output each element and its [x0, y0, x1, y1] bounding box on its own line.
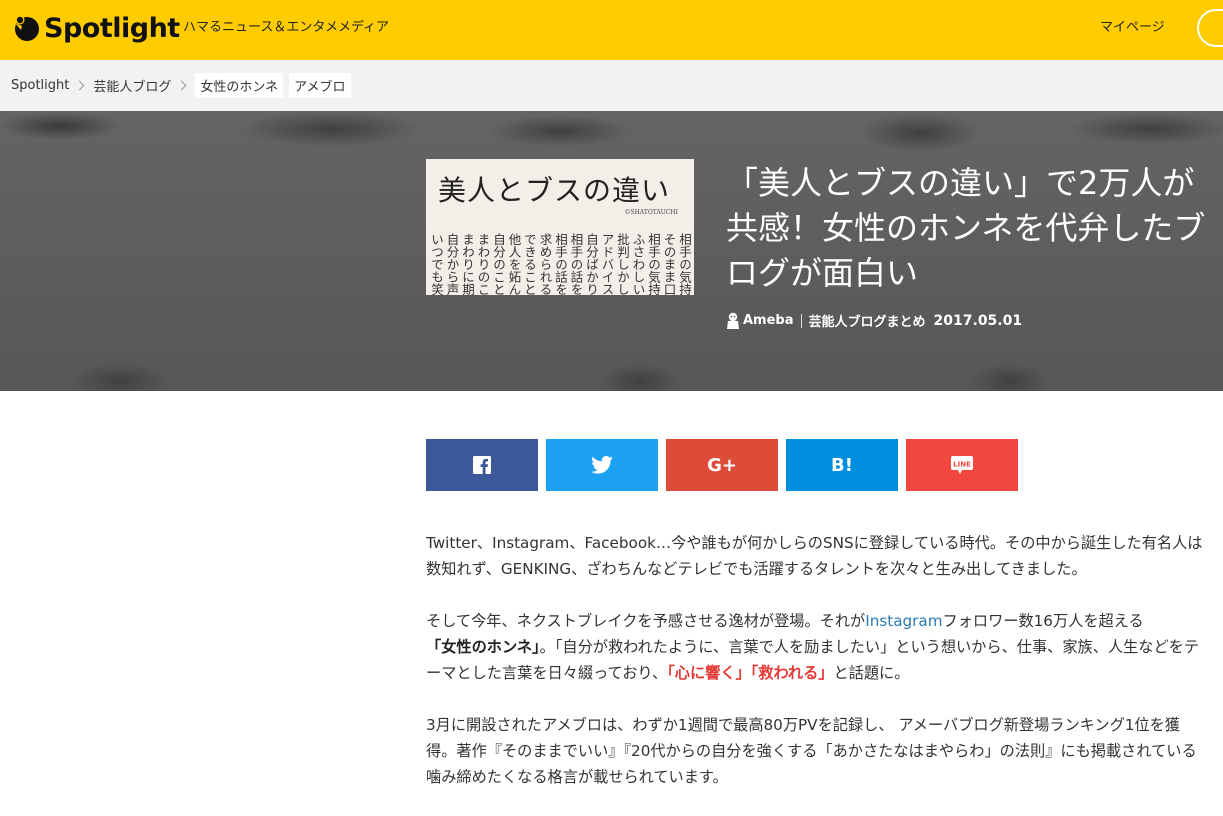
thumbnail-credit: ©SHATOTAUCHI — [624, 209, 678, 216]
tag-josei-no-honne[interactable]: 女性のホンネ — [195, 73, 284, 98]
thumbnail-text-line: 自分から声を — [444, 233, 460, 295]
thumbnail-text-line: 自分のことし — [491, 233, 506, 295]
thumbnail-text-line: ふさわしい言 — [630, 233, 646, 295]
article-meta: Ameba 芸能人ブログまとめ 2017.05.01 — [726, 311, 1022, 330]
share-googleplus-button[interactable]: G+ — [666, 439, 778, 491]
thumbnail-text-line: 相手の話を引 — [553, 233, 568, 295]
share-buttons: G+ B! LINE — [426, 439, 1018, 491]
thumbnail-text-line: できることか — [522, 233, 537, 295]
thumbnail-vertical-text: 相手の気持ち そのまま口に 相手の気持ち ふさわしい言 批判しかしな アドバイスす 自分ばか… — [429, 233, 692, 295]
paragraph-2-text-a: そして今年、ネクストブレイクを予感させる逸材が登場。それが — [426, 612, 866, 630]
thumbnail-text-line: そのまま口に — [661, 233, 677, 295]
category-label[interactable]: 芸能人ブログまとめ — [809, 311, 926, 330]
meta-divider — [800, 313, 802, 328]
thumbnail-text-line: 求められるこ — [537, 233, 553, 295]
share-hatena-button[interactable]: B! — [786, 439, 898, 491]
chevron-right-icon — [176, 80, 187, 91]
hatena-bookmark-icon: B! — [831, 454, 853, 476]
thumbnail-text-line: まわりのこと — [475, 233, 491, 295]
tag-ameblo[interactable]: アメブロ — [289, 73, 351, 98]
thumbnail-text-line: 相手の話を聞 — [568, 233, 584, 295]
article-thumbnail: 美人とブスの違い ©SHATOTAUCHI 相手の気持ち そのまま口に 相手の気持ち… — [426, 159, 694, 295]
paragraph-2-text-b: フォロワー数16万人を超える — [942, 612, 1144, 630]
thumbnail-text-line: アドバイスす — [599, 233, 615, 295]
ameba-logo-icon — [726, 312, 740, 330]
highlight-josei-no-honne: 「女性のホンネ」 — [426, 638, 540, 656]
source-ameba[interactable]: Ameba — [743, 313, 794, 328]
publish-date: 2017.05.01 — [933, 312, 1023, 329]
share-twitter-button[interactable] — [546, 439, 658, 491]
spotlight-logo[interactable]: Spotlight — [12, 8, 180, 48]
thumbnail-text-line: 相手の気持ち — [677, 233, 692, 295]
twitter-icon — [591, 456, 613, 474]
thumbnail-text-line: 相手の気持ち — [646, 233, 661, 295]
paragraph-2-text-d: と話題に。 — [833, 664, 910, 682]
menu-circle-button[interactable] — [1197, 9, 1223, 47]
thumbnail-text-line: まわりに期待 — [460, 233, 475, 295]
thumbnail-text-line: いつでも笑か — [429, 233, 444, 295]
breadcrumb-item-celebrity-blog[interactable]: 芸能人ブログ — [93, 76, 171, 95]
chevron-right-icon — [74, 80, 85, 91]
share-line-button[interactable]: LINE — [906, 439, 1018, 491]
site-tagline: ハマるニュース＆エンタメメディア — [183, 20, 390, 35]
thumbnail-text-line: 他人を妬んで — [506, 233, 522, 295]
breadcrumb: Spotlight 芸能人ブログ 女性のホンネ アメブロ — [0, 60, 1223, 111]
line-icon-text: LINE — [953, 461, 971, 469]
logo-text: Spotlight — [44, 12, 180, 44]
facebook-icon — [473, 456, 491, 474]
article-hero: 美人とブスの違い ©SHATOTAUCHI 相手の気持ち そのまま口に 相手の気持ち… — [0, 111, 1223, 391]
highlight-red-phrase: 「心に響く」「救われる」 — [667, 664, 834, 682]
breadcrumb-item-spotlight[interactable]: Spotlight — [11, 78, 69, 93]
share-facebook-button[interactable] — [426, 439, 538, 491]
googleplus-icon: G+ — [707, 454, 737, 476]
article-body: Twitter、Instagram、Facebook…今や誰もが何かしらのSNS… — [426, 530, 1206, 816]
line-icon: LINE — [951, 456, 973, 474]
article-paragraph-3: 3月に開設されたアメブロは、わずか1週間で最高80万PVを記録し、 アメーバブロ… — [426, 716, 1197, 786]
instagram-link[interactable]: Instagram — [865, 612, 942, 630]
mypage-link[interactable]: マイページ — [1100, 16, 1165, 35]
thumbnail-text-line: 批判しかしな — [615, 233, 630, 295]
article-paragraph-2: そして今年、ネクストブレイクを予感させる逸材が登場。それがInstagramフォ… — [426, 608, 1206, 686]
article-title: 「美人とブスの違い」で2万人が共感！女性のホンネを代弁したブログが面白い — [726, 164, 1206, 292]
thumbnail-text-line: 自分ばかり話 — [584, 233, 599, 295]
thumbnail-title: 美人とブスの違い — [438, 174, 671, 207]
spotlight-logo-icon — [12, 14, 40, 42]
site-header: Spotlight ハマるニュース＆エンタメメディア マイページ — [0, 0, 1223, 60]
article-paragraph-1: Twitter、Instagram、Facebook…今や誰もが何かしらのSNS… — [426, 534, 1203, 578]
